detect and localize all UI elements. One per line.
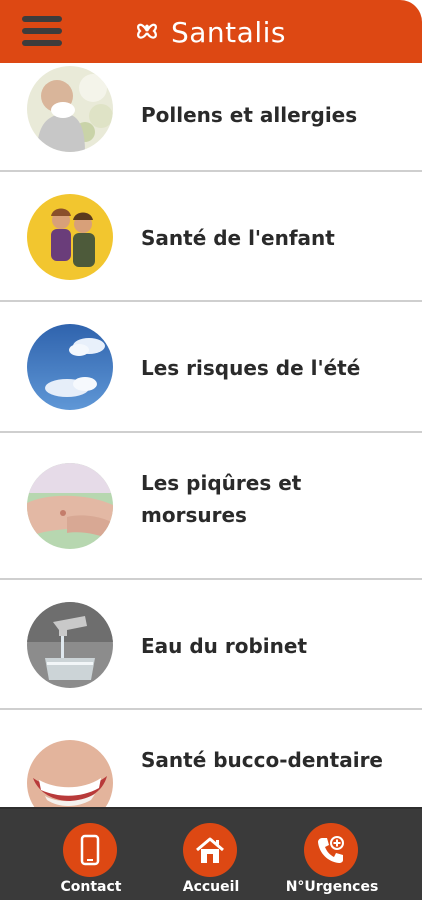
list-item-pollens[interactable]: Pollens et allergies xyxy=(0,63,422,172)
app-title: Santalis xyxy=(171,15,286,49)
topic-label: Eau du robinet xyxy=(141,634,308,658)
santalis-flower-logo-icon xyxy=(137,23,157,39)
nav-label: N°Urgences xyxy=(285,879,379,895)
emergency-call-icon xyxy=(304,823,358,877)
two-children-photo xyxy=(27,194,113,280)
topic-label: Les piqûres et morsures xyxy=(141,471,302,527)
bottom-nav: Contact Accueil N°Urgences xyxy=(0,807,422,900)
nav-urgences[interactable]: N°Urgences xyxy=(272,819,392,899)
list-item-eau-robinet[interactable]: Eau du robinet xyxy=(0,580,422,710)
arm-insect-bite-photo xyxy=(27,463,113,549)
list-item-piqures-morsures[interactable]: Les piqûres et morsures xyxy=(0,433,422,580)
topic-label: Les risques de l'été xyxy=(141,356,361,380)
blue-sky-clouds-photo xyxy=(27,324,113,410)
app-header: Santalis xyxy=(0,0,422,63)
list-item-sante-enfant[interactable]: Santé de l'enfant xyxy=(0,172,422,302)
nav-accueil[interactable]: Accueil xyxy=(151,819,271,899)
nav-label: Contact xyxy=(60,879,122,895)
phone-icon xyxy=(63,823,117,877)
topic-list: Pollens et allergies Santé de l'enfant L… xyxy=(0,63,422,807)
topic-label: Santé de l'enfant xyxy=(141,226,335,250)
nav-label: Accueil xyxy=(182,879,240,895)
hamburger-menu-icon[interactable] xyxy=(22,16,62,48)
list-item-risques-ete[interactable]: Les risques de l'été xyxy=(0,302,422,433)
person-sneezing-flowers-photo xyxy=(27,66,113,152)
nav-contact[interactable]: Contact xyxy=(31,819,151,899)
list-item-bucco-dentaire[interactable]: Santé bucco-dentaire xyxy=(0,710,422,807)
topic-label: Pollens et allergies xyxy=(141,103,358,127)
brand-logo: Santalis xyxy=(131,14,286,50)
smiling-teeth-photo xyxy=(27,740,113,807)
topic-label: Santé bucco-dentaire xyxy=(141,748,383,772)
tap-water-glass-photo xyxy=(27,602,113,688)
home-icon xyxy=(183,823,237,877)
